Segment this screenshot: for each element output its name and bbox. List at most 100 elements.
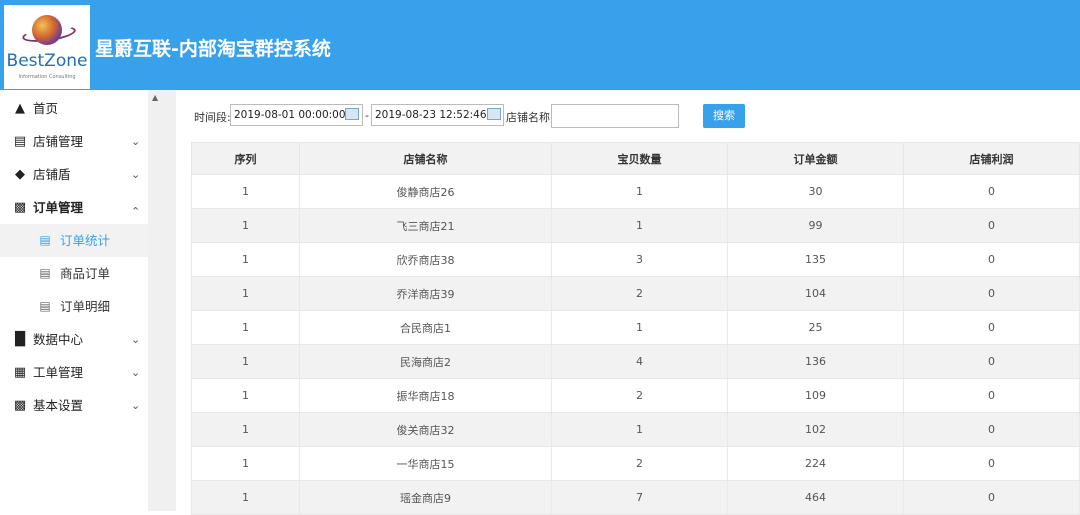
header-shop-profit[interactable]: 店铺利润 xyxy=(903,142,1080,175)
cell-item-count: 1 xyxy=(551,208,728,243)
document-icon: ▦ xyxy=(13,365,27,380)
search-button[interactable]: 搜索 xyxy=(703,104,745,128)
shop-name-label: 店铺名称: xyxy=(506,111,554,124)
sidebar-item-ticket-management[interactable]: ▦ 工单管理 ⌄ xyxy=(0,356,148,389)
cell-shop-name: 俊静商店26 xyxy=(299,174,552,209)
header-index[interactable]: 序列 xyxy=(191,142,300,175)
cell-item-count: 3 xyxy=(551,242,728,277)
cell-order-amount: 224 xyxy=(727,446,904,481)
cell-index: 1 xyxy=(191,412,300,447)
cell-shop-name: 瑶金商店9 xyxy=(299,480,552,515)
sidebar-item-label: 工单管理 xyxy=(33,365,84,380)
sidebar-scrollbar[interactable]: ▲ xyxy=(148,90,176,511)
logo-subtext: Information Consulting xyxy=(18,74,76,80)
sidebar-item-basic-settings[interactable]: ▩ 基本设置 ⌄ xyxy=(0,389,148,422)
cell-index: 1 xyxy=(191,174,300,209)
table-row[interactable]: 1 乔洋商店39 2 104 0 xyxy=(191,276,1080,311)
header-shop-name[interactable]: 店铺名称 xyxy=(299,142,552,175)
shield-icon: ◆ xyxy=(15,167,25,182)
cell-index: 1 xyxy=(191,242,300,277)
cell-item-count: 1 xyxy=(551,310,728,345)
list-icon: ▤ xyxy=(39,299,51,313)
cell-item-count: 2 xyxy=(551,378,728,413)
order-icon: ▩ xyxy=(13,200,27,215)
logo-text: BestZone xyxy=(6,51,88,71)
cell-index: 1 xyxy=(191,378,300,413)
table-row[interactable]: 1 合民商店1 1 25 0 xyxy=(191,310,1080,345)
cell-index: 1 xyxy=(191,276,300,311)
cell-index: 1 xyxy=(191,208,300,243)
cell-order-amount: 104 xyxy=(727,276,904,311)
cell-index: 1 xyxy=(191,310,300,345)
settings-icon: ▩ xyxy=(13,398,27,413)
chevron-down-icon: ⌄ xyxy=(131,399,141,412)
cell-shop-profit: 0 xyxy=(903,310,1080,345)
header-order-amount[interactable]: 订单金额 xyxy=(727,142,904,175)
cell-shop-name: 合民商店1 xyxy=(299,310,552,345)
table-header-row: 序列 店铺名称 宝贝数量 订单金额 店铺利润 xyxy=(191,142,1080,175)
chevron-down-icon: ⌄ xyxy=(131,135,141,148)
cell-item-count: 4 xyxy=(551,344,728,379)
cell-index: 1 xyxy=(191,344,300,379)
sidebar-item-order-details[interactable]: ▤ 订单明细 xyxy=(0,290,148,323)
cell-item-count: 2 xyxy=(551,276,728,311)
sidebar-item-label: 基本设置 xyxy=(33,398,84,413)
bestzone-logo[interactable]: BestZone Information Consulting xyxy=(4,5,90,89)
chevron-down-icon: ⌄ xyxy=(131,366,141,379)
sidebar-item-label: 订单明细 xyxy=(60,299,111,314)
sidebar-item-shop-shield[interactable]: ◆ 店铺盾 ⌄ xyxy=(0,158,148,191)
chevron-down-icon: ⌄ xyxy=(131,168,141,181)
end-date-input[interactable]: 2019-08-23 12:52:46 xyxy=(371,104,504,126)
sidebar-item-shop-management[interactable]: ▤ 店铺管理 ⌄ xyxy=(0,125,148,158)
start-date-value: 2019-08-01 00:00:00 xyxy=(234,109,346,121)
table-row[interactable]: 1 欣乔商店38 3 135 0 xyxy=(191,242,1080,277)
cell-item-count: 1 xyxy=(551,174,728,209)
sidebar-item-data-center[interactable]: █ 数据中心 ⌄ xyxy=(0,323,148,356)
sidebar-item-label: 店铺管理 xyxy=(33,134,84,149)
list-icon: ▤ xyxy=(39,266,51,280)
main-content: 时间段: 2019-08-01 00:00:00 - 2019-08-23 12… xyxy=(176,90,1080,515)
cell-shop-profit: 0 xyxy=(903,344,1080,379)
cell-item-count: 7 xyxy=(551,480,728,515)
date-separator: - xyxy=(365,109,369,122)
scroll-up-icon[interactable]: ▲ xyxy=(152,93,158,102)
cell-shop-profit: 0 xyxy=(903,412,1080,447)
sidebar-item-order-stats[interactable]: ▤ 订单统计 xyxy=(0,224,148,257)
order-stats-table: 序列 店铺名称 宝贝数量 订单金额 店铺利润 1 俊静商店26 1 30 0 1… xyxy=(191,142,1080,515)
calendar-icon[interactable] xyxy=(487,108,501,120)
cell-order-amount: 99 xyxy=(727,208,904,243)
store-icon: ▤ xyxy=(13,134,27,149)
table-row[interactable]: 1 民海商店2 4 136 0 xyxy=(191,344,1080,379)
cell-shop-name: 振华商店18 xyxy=(299,378,552,413)
sidebar-item-product-orders[interactable]: ▤ 商品订单 xyxy=(0,257,148,290)
sidebar-item-order-management[interactable]: ▩ 订单管理 ⌃ xyxy=(0,191,148,224)
sidebar-item-label: 店铺盾 xyxy=(33,167,71,182)
cell-shop-name: 飞三商店21 xyxy=(299,208,552,243)
cell-shop-profit: 0 xyxy=(903,446,1080,481)
table-row[interactable]: 1 瑶金商店9 7 464 0 xyxy=(191,480,1080,515)
cell-shop-profit: 0 xyxy=(903,378,1080,413)
bar-chart-icon: █ xyxy=(15,332,25,347)
cell-order-amount: 135 xyxy=(727,242,904,277)
table-row[interactable]: 1 振华商店18 2 109 0 xyxy=(191,378,1080,413)
cell-shop-name: 乔洋商店39 xyxy=(299,276,552,311)
table-row[interactable]: 1 一华商店15 2 224 0 xyxy=(191,446,1080,481)
shop-name-input[interactable] xyxy=(551,104,679,128)
chevron-down-icon: ⌄ xyxy=(131,333,141,346)
cell-shop-profit: 0 xyxy=(903,208,1080,243)
sidebar-item-home[interactable]: ▲ 首页 xyxy=(0,92,148,125)
sidebar-item-label: 首页 xyxy=(33,101,59,116)
start-date-input[interactable]: 2019-08-01 00:00:00 xyxy=(230,104,363,126)
globe-icon xyxy=(32,15,62,45)
cell-item-count: 1 xyxy=(551,412,728,447)
table-row[interactable]: 1 俊关商店32 1 102 0 xyxy=(191,412,1080,447)
cell-index: 1 xyxy=(191,446,300,481)
sidebar-item-label: 数据中心 xyxy=(33,332,84,347)
header-item-count[interactable]: 宝贝数量 xyxy=(551,142,728,175)
cell-index: 1 xyxy=(191,480,300,515)
table-row[interactable]: 1 俊静商店26 1 30 0 xyxy=(191,174,1080,209)
sidebar: ▲ 首页 ▤ 店铺管理 ⌄ ◆ 店铺盾 ⌄ ▩ 订单管理 ⌃ ▤ 订单统计 ▤ … xyxy=(0,90,148,511)
table-row[interactable]: 1 飞三商店21 1 99 0 xyxy=(191,208,1080,243)
calendar-icon[interactable] xyxy=(345,108,359,120)
cell-order-amount: 109 xyxy=(727,378,904,413)
